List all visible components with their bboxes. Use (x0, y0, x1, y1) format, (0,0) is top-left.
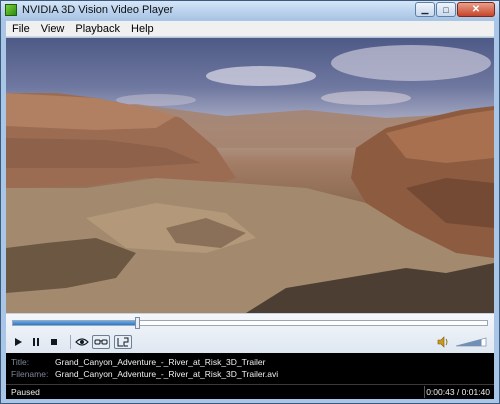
status-bar: Paused 0:00:43 / 0:01:40 (6, 384, 494, 399)
menu-bar: File View Playback Help (6, 21, 494, 37)
filename-label: Filename: (11, 369, 49, 379)
time-display: 0:00:43 / 0:01:40 (426, 387, 490, 397)
window-buttons: ▁ □ ✕ (414, 2, 495, 18)
menu-file[interactable]: File (6, 23, 35, 35)
playback-state: Paused (11, 387, 40, 397)
player-window: NVIDIA 3D Vision Video Player ▁ □ ✕ File… (0, 0, 500, 404)
menu-view[interactable]: View (35, 23, 70, 35)
stereo-format-icon (117, 337, 129, 347)
title-bar[interactable]: NVIDIA 3D Vision Video Player ▁ □ ✕ (1, 1, 499, 20)
title-row: Title: Grand_Canyon_Adventure_-_River_at_… (11, 357, 265, 367)
filename-row: Filename: Grand_Canyon_Adventure_-_River_… (11, 369, 278, 379)
volume-button[interactable] (436, 335, 450, 349)
minimize-icon: ▁ (421, 4, 429, 14)
play-button[interactable] (10, 335, 26, 349)
maximize-button[interactable]: □ (436, 2, 456, 17)
stereo-glasses-button[interactable] (92, 335, 110, 349)
stop-button[interactable] (46, 335, 62, 349)
speaker-icon (437, 336, 448, 348)
3d-view-button[interactable] (74, 335, 90, 349)
video-frame[interactable] (6, 38, 494, 313)
seek-progress (13, 321, 137, 325)
play-icon (15, 338, 22, 346)
grand-canyon-scene (6, 45, 494, 313)
close-icon: ✕ (471, 4, 481, 15)
menu-help[interactable]: Help (125, 23, 159, 35)
glasses-icon (94, 339, 108, 345)
seek-bar[interactable] (12, 317, 488, 329)
title-label: Title: (11, 357, 30, 367)
title-value: Grand_Canyon_Adventure_-_River_at_Risk_3… (55, 357, 266, 367)
minimize-button[interactable]: ▁ (415, 2, 435, 17)
close-button[interactable]: ✕ (457, 2, 495, 17)
media-info-panel: Title: Grand_Canyon_Adventure_-_River_at_… (6, 353, 494, 384)
seek-handle[interactable] (135, 317, 140, 329)
controls-divider (70, 335, 71, 349)
volume-slider[interactable] (455, 337, 487, 347)
menu-playback[interactable]: Playback (69, 23, 125, 35)
maximize-icon: □ (443, 4, 449, 15)
stop-icon (51, 339, 57, 345)
nvidia-app-icon[interactable] (5, 4, 17, 16)
window-title: NVIDIA 3D Vision Video Player (22, 4, 174, 16)
status-divider (424, 386, 425, 398)
pause-icon (33, 338, 39, 346)
left-right-mode-button[interactable] (114, 335, 132, 349)
eye-icon (75, 338, 89, 346)
playback-controls (6, 313, 494, 353)
pause-button[interactable] (28, 335, 44, 349)
filename-value: Grand_Canyon_Adventure_-_River_at_Risk_3… (55, 369, 279, 379)
